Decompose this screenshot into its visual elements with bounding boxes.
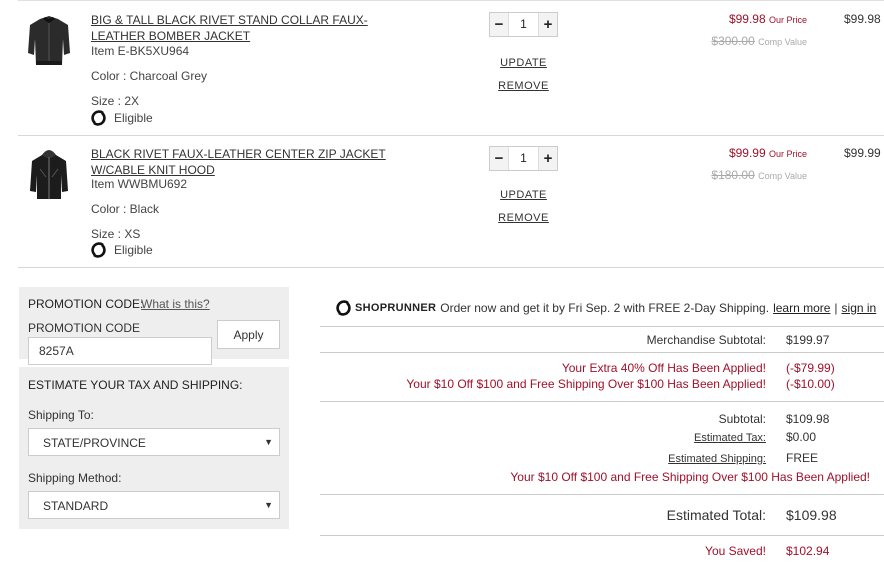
estimated-shipping-link[interactable]: Estimated Shipping: <box>668 453 766 465</box>
estimated-tax-value: $0.00 <box>786 430 817 444</box>
our-price-label: Our Price <box>768 149 807 159</box>
estimated-total-row: Estimated Total: $109.98 <box>667 507 852 523</box>
promotion-code-panel: PROMOTION CODE: What is this? PROMOTION … <box>19 287 289 365</box>
sign-in-link[interactable]: sign in <box>842 301 877 315</box>
divider <box>320 401 884 402</box>
item-size: Size : 2X <box>91 94 140 108</box>
product-name-link[interactable]: BLACK RIVET FAUX-LEATHER CENTER ZIP JACK… <box>91 146 421 178</box>
shipping-promo-note: Your $10 Off $100 and Free Shipping Over… <box>510 470 870 484</box>
promotion-code-title: PROMOTION CODE: <box>28 297 144 311</box>
our-price-amount: $99.98 <box>728 12 766 26</box>
shipping-method-value: STANDARD <box>43 499 109 513</box>
shoprunner-message: Order now and get it by Fri Sep. 2 with … <box>440 301 770 315</box>
subtotal-value: $109.98 <box>786 412 830 426</box>
product-thumbnail-zip-jacket[interactable] <box>26 147 72 203</box>
estimate-tax-shipping-panel: ESTIMATE YOUR TAX AND SHIPPING: Shipping… <box>19 367 289 529</box>
estimated-shipping-value: FREE <box>786 451 819 465</box>
shipping-to-select[interactable]: STATE/PROVINCE ▼ <box>28 428 280 456</box>
discount-10-label: Your $10 Off $100 and Free Shipping Over… <box>406 377 766 391</box>
quantity-value[interactable]: 1 <box>508 147 539 170</box>
eligible-label: Eligible <box>114 243 153 257</box>
shoprunner-eligible: Eligible <box>91 242 153 258</box>
you-saved-value: $102.94 <box>786 544 830 558</box>
our-price: $99.98 Our Price <box>729 12 807 26</box>
dropdown-caret-icon: ▼ <box>264 500 273 510</box>
our-price: $99.99 Our Price <box>729 146 807 160</box>
item-size: Size : XS <box>91 227 141 241</box>
shoprunner-eligible: Eligible <box>91 110 153 126</box>
estimate-tax-title: ESTIMATE YOUR TAX AND SHIPPING: <box>28 378 243 392</box>
comp-value-label: Comp Value <box>758 37 807 47</box>
item-number: Item E-BK5XU964 <box>91 44 190 58</box>
item-color: Color : Charcoal Grey <box>91 69 208 83</box>
discount-10-value: (-$10.00) <box>786 377 835 391</box>
comp-value: $300.00 Comp Value <box>711 34 807 48</box>
learn-more-link[interactable]: learn more <box>773 301 830 315</box>
subtotal-row: Subtotal: $109.98 <box>719 412 852 426</box>
merchandise-subtotal-value: $199.97 <box>786 333 830 347</box>
shoprunner-icon <box>91 110 106 126</box>
decrement-button[interactable]: − <box>490 147 508 170</box>
line-total: $99.99 <box>844 146 881 160</box>
shipping-method-label: Shipping Method: <box>28 471 122 485</box>
divider <box>320 535 884 536</box>
product-name-link[interactable]: BIG & TALL BLACK RIVET STAND COLLAR FAUX… <box>91 12 421 44</box>
comp-value-amount: $300.00 <box>711 34 755 48</box>
you-saved-row: You Saved! $102.94 <box>705 544 852 558</box>
shoprunner-brand: SHOPRUNNER <box>355 302 437 314</box>
item-color: Color : Black <box>91 202 160 216</box>
shipping-to-value: STATE/PROVINCE <box>43 436 146 450</box>
discount-40-label: Your Extra 40% Off Has Been Applied! <box>561 361 766 375</box>
divider <box>320 494 884 495</box>
what-is-this-link[interactable]: What is this? <box>141 297 210 311</box>
shipping-to-label: Shipping To: <box>28 408 94 422</box>
product-thumbnail-bomber-jacket[interactable] <box>26 13 72 69</box>
decrement-button[interactable]: − <box>490 13 508 36</box>
our-price-amount: $99.99 <box>728 146 766 160</box>
dropdown-caret-icon: ▼ <box>264 437 273 447</box>
estimated-total-label: Estimated Total: <box>666 507 766 523</box>
you-saved-label: You Saved! <box>705 544 766 558</box>
apply-button[interactable]: Apply <box>217 320 280 349</box>
divider <box>320 352 884 353</box>
quantity-stepper[interactable]: − 1 + <box>489 146 558 171</box>
remove-link[interactable]: REMOVE <box>489 80 558 92</box>
update-link[interactable]: UPDATE <box>489 57 558 69</box>
line-total: $99.98 <box>844 12 881 26</box>
estimated-tax-row: Estimated Tax: $0.00 <box>694 430 852 444</box>
subtotal-label: Subtotal: <box>718 412 766 426</box>
cart-item: BLACK RIVET FAUX-LEATHER CENTER ZIP JACK… <box>18 135 884 268</box>
shoprunner-icon <box>91 242 106 258</box>
merchandise-subtotal-row: Merchandise Subtotal: $199.97 <box>647 333 852 347</box>
discount-row: Your $10 Off $100 and Free Shipping Over… <box>406 377 852 391</box>
estimated-total-value: $109.98 <box>786 507 837 523</box>
divider <box>320 326 884 327</box>
shoprunner-logo-icon <box>336 300 351 316</box>
eligible-label: Eligible <box>114 111 153 125</box>
link-separator: | <box>834 301 838 315</box>
promotion-code-field-label: PROMOTION CODE <box>28 321 141 335</box>
estimated-tax-link[interactable]: Estimated Tax: <box>694 432 766 444</box>
increment-button[interactable]: + <box>539 147 557 170</box>
increment-button[interactable]: + <box>539 13 557 36</box>
estimated-shipping-row: Estimated Shipping: FREE <box>668 451 852 465</box>
comp-value-label: Comp Value <box>758 171 807 181</box>
our-price-label: Our Price <box>768 15 807 25</box>
merchandise-subtotal-label: Merchandise Subtotal: <box>646 333 766 347</box>
quantity-value[interactable]: 1 <box>508 13 539 36</box>
discount-40-value: (-$79.99) <box>786 361 835 375</box>
quantity-stepper[interactable]: − 1 + <box>489 12 558 37</box>
comp-value-amount: $180.00 <box>711 168 755 182</box>
remove-link[interactable]: REMOVE <box>489 212 558 224</box>
shoprunner-banner: SHOPRUNNER Order now and get it by Fri S… <box>336 300 876 316</box>
cart-item: BIG & TALL BLACK RIVET STAND COLLAR FAUX… <box>18 0 884 136</box>
comp-value: $180.00 Comp Value <box>711 168 807 182</box>
item-number: Item WWBMU692 <box>91 177 188 191</box>
discount-row: Your Extra 40% Off Has Been Applied! (-$7… <box>562 361 852 375</box>
update-link[interactable]: UPDATE <box>489 189 558 201</box>
shipping-method-select[interactable]: STANDARD ▼ <box>28 491 280 519</box>
promotion-code-input[interactable] <box>28 337 212 365</box>
